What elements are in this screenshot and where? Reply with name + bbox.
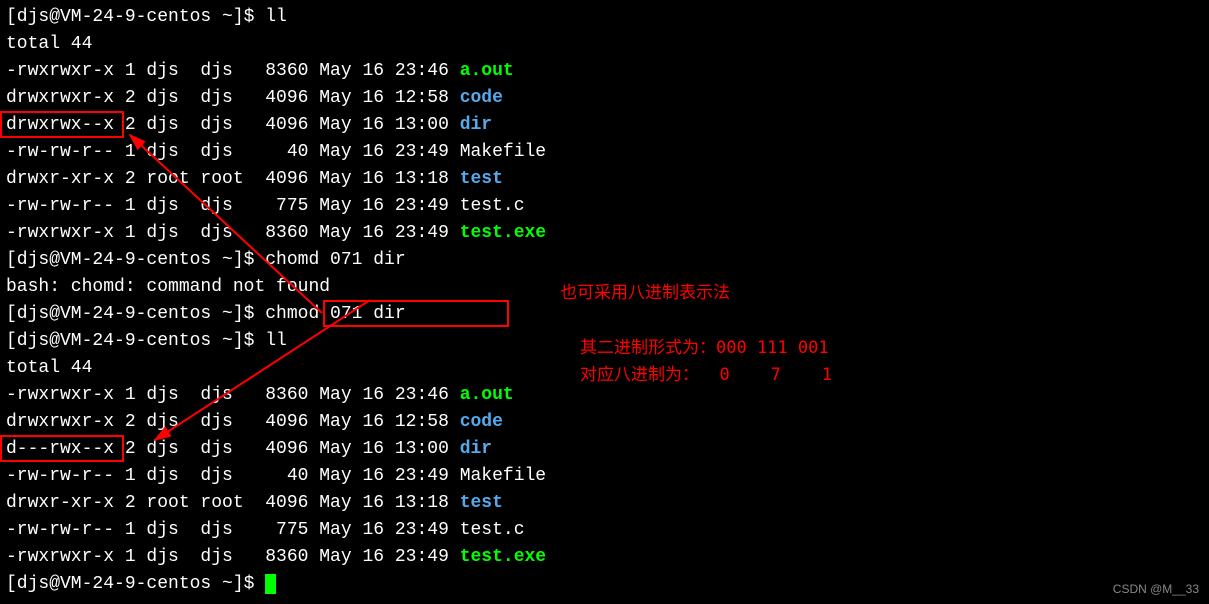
cursor (265, 574, 276, 594)
ls-row: -rw-rw-r-- 1 djs djs 40 May 16 23:49 Mak… (6, 463, 1203, 490)
ls-row: d---rwx--x 2 djs djs 4096 May 16 13:00 d… (6, 436, 1203, 463)
annotation-title: 也可采用八进制表示法 (560, 280, 730, 306)
watermark: CSDN @M__33 (1113, 580, 1199, 598)
ls-row: drwxr-xr-x 2 root root 4096 May 16 13:18… (6, 166, 1203, 193)
prompt-line[interactable]: [djs@VM-24-9-centos ~]$ ll (6, 4, 1203, 31)
prompt-line[interactable]: [djs@VM-24-9-centos ~]$ chomd 071 dir (6, 247, 1203, 274)
ls-row: -rwxrwxr-x 1 djs djs 8360 May 16 23:49 t… (6, 220, 1203, 247)
ls-row: -rw-rw-r-- 1 djs djs 775 May 16 23:49 te… (6, 193, 1203, 220)
ls-row: -rwxrwxr-x 1 djs djs 8360 May 16 23:49 t… (6, 544, 1203, 571)
ls-row: drwxrwxr-x 2 djs djs 4096 May 16 12:58 c… (6, 85, 1203, 112)
annotation-octal: 对应八进制为： 0 7 1 (580, 362, 832, 389)
total-line: total 44 (6, 31, 1203, 58)
annotation-binary: 其二进制形式为：000 111 001 (580, 335, 829, 362)
ls-row: -rw-rw-r-- 1 djs djs 40 May 16 23:49 Mak… (6, 139, 1203, 166)
ls-row: drwxrwxr-x 2 djs djs 4096 May 16 12:58 c… (6, 409, 1203, 436)
prompt-line[interactable]: [djs@VM-24-9-centos ~]$ (6, 571, 1203, 598)
ls-row: drwxrwx--x 2 djs djs 4096 May 16 13:00 d… (6, 112, 1203, 139)
ls-row: -rw-rw-r-- 1 djs djs 775 May 16 23:49 te… (6, 517, 1203, 544)
ls-row: drwxr-xr-x 2 root root 4096 May 16 13:18… (6, 490, 1203, 517)
ls-row: -rwxrwxr-x 1 djs djs 8360 May 16 23:46 a… (6, 58, 1203, 85)
